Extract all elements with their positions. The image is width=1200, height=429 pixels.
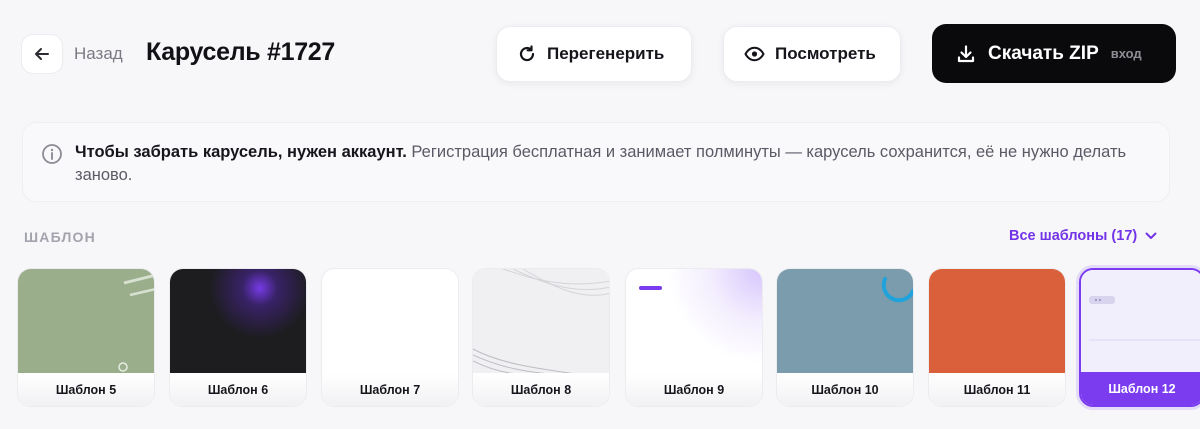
view-button[interactable]: Посмотреть <box>723 26 901 82</box>
back-label[interactable]: Назад <box>74 44 123 64</box>
template-label: Шаблон 11 <box>929 373 1065 406</box>
template-thumbnail <box>626 269 762 375</box>
template-card[interactable]: Шаблон 6 <box>169 268 307 407</box>
template-label: Шаблон 5 <box>18 373 154 406</box>
template-thumbnail <box>473 269 609 376</box>
view-label: Посмотреть <box>775 44 876 63</box>
back-button[interactable] <box>21 34 63 74</box>
download-icon <box>956 44 976 64</box>
template-thumbnail <box>170 269 306 375</box>
template-label: Шаблон 7 <box>322 373 458 406</box>
template-thumbnail <box>1081 270 1200 376</box>
download-zip-button[interactable]: Скачать ZIP вход <box>932 24 1176 83</box>
template-thumbnail <box>322 269 458 375</box>
template-thumbnail <box>929 269 1065 375</box>
regenerate-button[interactable]: Перегенерить <box>496 26 692 82</box>
all-templates-label: Все шаблоны (17) <box>1009 228 1138 244</box>
page-title: Карусель #1727 <box>146 38 336 66</box>
info-icon <box>41 143 63 165</box>
template-card[interactable]: Шаблон 11 <box>928 268 1066 407</box>
template-thumbnail <box>18 269 154 375</box>
all-templates-link[interactable]: Все шаблоны (17) <box>1009 228 1157 244</box>
chevron-down-icon <box>1145 232 1157 240</box>
login-note: вход <box>1110 46 1142 61</box>
template-label: Шаблон 8 <box>473 373 609 406</box>
account-notice: Чтобы забрать карусель, нужен аккаунт. Р… <box>22 122 1170 202</box>
template-card[interactable]: Шаблон 5 <box>17 268 155 407</box>
refresh-icon <box>517 44 537 64</box>
template-section-label: ШАБЛОН <box>24 229 96 245</box>
template-label: Шаблон 12 <box>1081 372 1200 405</box>
template-label: Шаблон 6 <box>170 373 306 406</box>
eye-icon <box>744 46 765 62</box>
template-label: Шаблон 10 <box>777 373 913 406</box>
template-card[interactable]: Шаблон 10 <box>776 268 914 407</box>
template-card[interactable]: Шаблон 8 <box>472 268 610 407</box>
template-thumbnail <box>777 269 913 375</box>
template-card[interactable]: Шаблон 7 <box>321 268 459 407</box>
arrow-left-icon <box>33 45 51 63</box>
template-card-selected[interactable]: Шаблон 12 <box>1079 268 1200 407</box>
template-card[interactable]: Шаблон 9 <box>625 268 763 407</box>
template-label: Шаблон 9 <box>626 373 762 406</box>
download-label: Скачать ZIP <box>988 42 1099 64</box>
notice-bold: Чтобы забрать карусель, нужен аккаунт. <box>75 143 407 161</box>
regenerate-label: Перегенерить <box>547 44 665 63</box>
notice-text: Чтобы забрать карусель, нужен аккаунт. Р… <box>75 141 1135 187</box>
